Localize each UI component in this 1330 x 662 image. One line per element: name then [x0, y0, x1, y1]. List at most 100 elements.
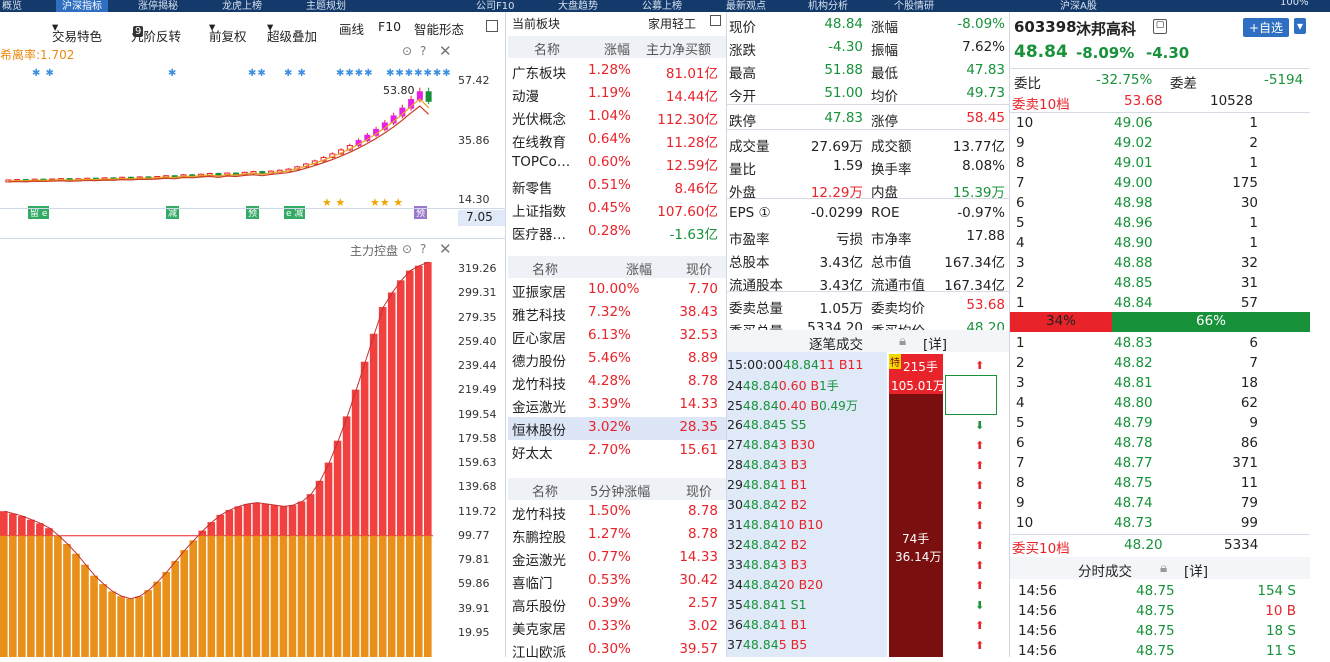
- top-nav-active[interactable]: 沪深指标: [56, 0, 108, 12]
- tick-right: 3: [799, 457, 807, 472]
- chart-close-icon[interactable]: ✕: [439, 42, 452, 60]
- layout-icon[interactable]: [486, 20, 498, 32]
- sector-row[interactable]: 美克家居0.33%3.02: [508, 616, 726, 639]
- tick-detail-link[interactable]: [详]: [923, 333, 947, 353]
- sector-row[interactable]: 龙竹科技4.28%8.78: [508, 371, 726, 394]
- top-nav-item[interactable]: 机构分析: [808, 0, 848, 12]
- sector-row[interactable]: 广东板块1.28%81.01亿: [508, 60, 726, 83]
- row-name: 好太太: [512, 442, 553, 462]
- current-sector-value[interactable]: 家用轻工: [648, 15, 696, 32]
- control-bar-upper: [343, 416, 351, 535]
- sector-row[interactable]: 亚振家居10.00%7.70: [508, 279, 726, 302]
- ask-level[interactable]: 849.011: [1010, 154, 1310, 174]
- top-nav-item[interactable]: 沪深A股: [1060, 0, 1097, 12]
- stock-price: 48.84: [1014, 42, 1068, 62]
- control-bar-lower: [271, 536, 279, 657]
- row-name: 在线教育: [512, 131, 566, 151]
- favorite-dropdown-icon[interactable]: ▾: [1294, 18, 1306, 34]
- sector-row[interactable]: TOPCo…0.60%12.59亿: [508, 152, 726, 175]
- top-nav-item[interactable]: 最新观点: [726, 0, 766, 12]
- bid-level[interactable]: 348.8118: [1010, 374, 1310, 394]
- toolbar-draw[interactable]: 画线: [339, 19, 364, 38]
- ask-level[interactable]: 148.8457: [1010, 294, 1310, 314]
- sector-row[interactable]: 德力股份5.46%8.89: [508, 348, 726, 371]
- chart-help-icon[interactable]: ?: [420, 44, 426, 58]
- top-nav-item[interactable]: 主题规划: [306, 0, 346, 12]
- sector-row[interactable]: 金运激光0.77%14.33: [508, 547, 726, 570]
- ask-level[interactable]: 949.022: [1010, 134, 1310, 154]
- sector-row[interactable]: 在线教育0.64%11.28亿: [508, 129, 726, 152]
- lower-axis: 319.26299.31279.35259.40239.44219.49199.…: [458, 256, 505, 657]
- sector-row[interactable]: 动漫1.19%14.44亿: [508, 83, 726, 106]
- sector-row[interactable]: 上证指数0.45%107.60亿: [508, 198, 726, 221]
- top-nav-bar: 概览 沪深指标 涨停揭秘 龙虎上榜 主题规划 公司F10 大盘趋势 公募上榜 最…: [0, 0, 1330, 12]
- toolbar-trade-feature[interactable]: 交易特色 ▾: [52, 19, 58, 34]
- bid-level[interactable]: 948.7479: [1010, 494, 1310, 514]
- top-nav-item[interactable]: 个股情研: [894, 0, 934, 12]
- bell-icon[interactable]: ▢: [1153, 19, 1167, 34]
- sector-row[interactable]: 喜临门0.53%30.42: [508, 570, 726, 593]
- control-bar-svg[interactable]: [0, 256, 455, 657]
- toolbar-adjust[interactable]: 前复权 ▾: [209, 19, 215, 34]
- sector-row[interactable]: 东鹏控股1.27%8.78: [508, 524, 726, 547]
- sector-row[interactable]: 恒林股份3.02%28.35: [508, 417, 726, 440]
- top-nav-item[interactable]: 公募上榜: [642, 0, 682, 12]
- level-price: 48.98: [1114, 195, 1153, 211]
- toolbar-overlay[interactable]: 超级叠加 ▾: [267, 19, 273, 34]
- row-value: 8.89: [688, 350, 718, 366]
- chart-settings-icon[interactable]: ⊙: [402, 44, 412, 58]
- quote-label: 总股本: [729, 251, 770, 271]
- stock-change: -4.30: [1146, 44, 1189, 62]
- add-favorite-button[interactable]: +自选: [1243, 18, 1289, 37]
- control-bar-lower: [352, 536, 360, 657]
- top-nav-item[interactable]: 公司F10: [476, 0, 514, 12]
- top-nav-item[interactable]: 概览: [2, 0, 22, 12]
- tick-vol: 20 B: [779, 577, 807, 592]
- quote-label: 成交额: [871, 135, 912, 155]
- toolbar-f10[interactable]: F10: [378, 19, 401, 34]
- bid-level[interactable]: 1048.7399: [1010, 514, 1310, 534]
- top-nav-item[interactable]: 龙虎上榜: [222, 0, 262, 12]
- fenshi-detail-link[interactable]: [详]: [1184, 560, 1208, 580]
- quote-value: 1.05万: [819, 297, 863, 317]
- bid-level[interactable]: 548.799: [1010, 414, 1310, 434]
- sector-row[interactable]: 江山欧派0.30%39.57: [508, 639, 726, 662]
- sector-window-icon[interactable]: [710, 15, 721, 26]
- sector-row[interactable]: 好太太2.70%15.61: [508, 440, 726, 463]
- sector-row[interactable]: 匠心家居6.13%32.53: [508, 325, 726, 348]
- tick-row: 3748.845 B5⬆: [727, 637, 1009, 652]
- quote-row: 今开51.00均价49.73: [727, 83, 1009, 106]
- control-bar-lower: [262, 536, 270, 657]
- bid-level[interactable]: 148.836: [1010, 334, 1310, 354]
- quote-row: 跌停47.83涨停58.45: [727, 108, 1009, 131]
- ask-level[interactable]: 448.901: [1010, 234, 1310, 254]
- sector-row[interactable]: 医疗器…0.28%-1.63亿: [508, 221, 726, 244]
- toolbar-smart-pattern[interactable]: 智能形态: [414, 19, 464, 38]
- top-nav-item[interactable]: 大盘趋势: [558, 0, 598, 12]
- lower-help-icon[interactable]: ?: [420, 242, 426, 256]
- row-name: 金运激光: [512, 396, 566, 416]
- quote-label: 市净率: [871, 228, 912, 248]
- ask-level[interactable]: 348.8832: [1010, 254, 1310, 274]
- sector-row[interactable]: 龙竹科技1.50%8.78: [508, 501, 726, 524]
- bid-level[interactable]: 648.7886: [1010, 434, 1310, 454]
- sector-row[interactable]: 雅艺科技7.32%38.43: [508, 302, 726, 325]
- sector-row[interactable]: 金运激光3.39%14.33: [508, 394, 726, 417]
- sector-row[interactable]: 光伏概念1.04%112.30亿: [508, 106, 726, 129]
- bid-level[interactable]: 848.7511: [1010, 474, 1310, 494]
- ask-level[interactable]: 648.9830: [1010, 194, 1310, 214]
- ask-level[interactable]: 248.8531: [1010, 274, 1310, 294]
- bid-level[interactable]: 248.827: [1010, 354, 1310, 374]
- ask-level[interactable]: 749.00175: [1010, 174, 1310, 194]
- sector-row[interactable]: 高乐股份0.39%2.57: [508, 593, 726, 616]
- bid-level[interactable]: 748.77371: [1010, 454, 1310, 474]
- sector-row[interactable]: 新零售0.51%8.46亿: [508, 175, 726, 198]
- lower-settings-icon[interactable]: ⊙: [402, 242, 412, 256]
- ask-level[interactable]: 1049.061: [1010, 114, 1310, 134]
- row-pct: 6.13%: [588, 327, 631, 343]
- bid-level[interactable]: 448.8062: [1010, 394, 1310, 414]
- quote-value: 3.43亿: [819, 251, 863, 271]
- top-nav-item[interactable]: 涨停揭秘: [138, 0, 178, 12]
- ask-level[interactable]: 548.961: [1010, 214, 1310, 234]
- row-name: 东鹏控股: [512, 526, 566, 546]
